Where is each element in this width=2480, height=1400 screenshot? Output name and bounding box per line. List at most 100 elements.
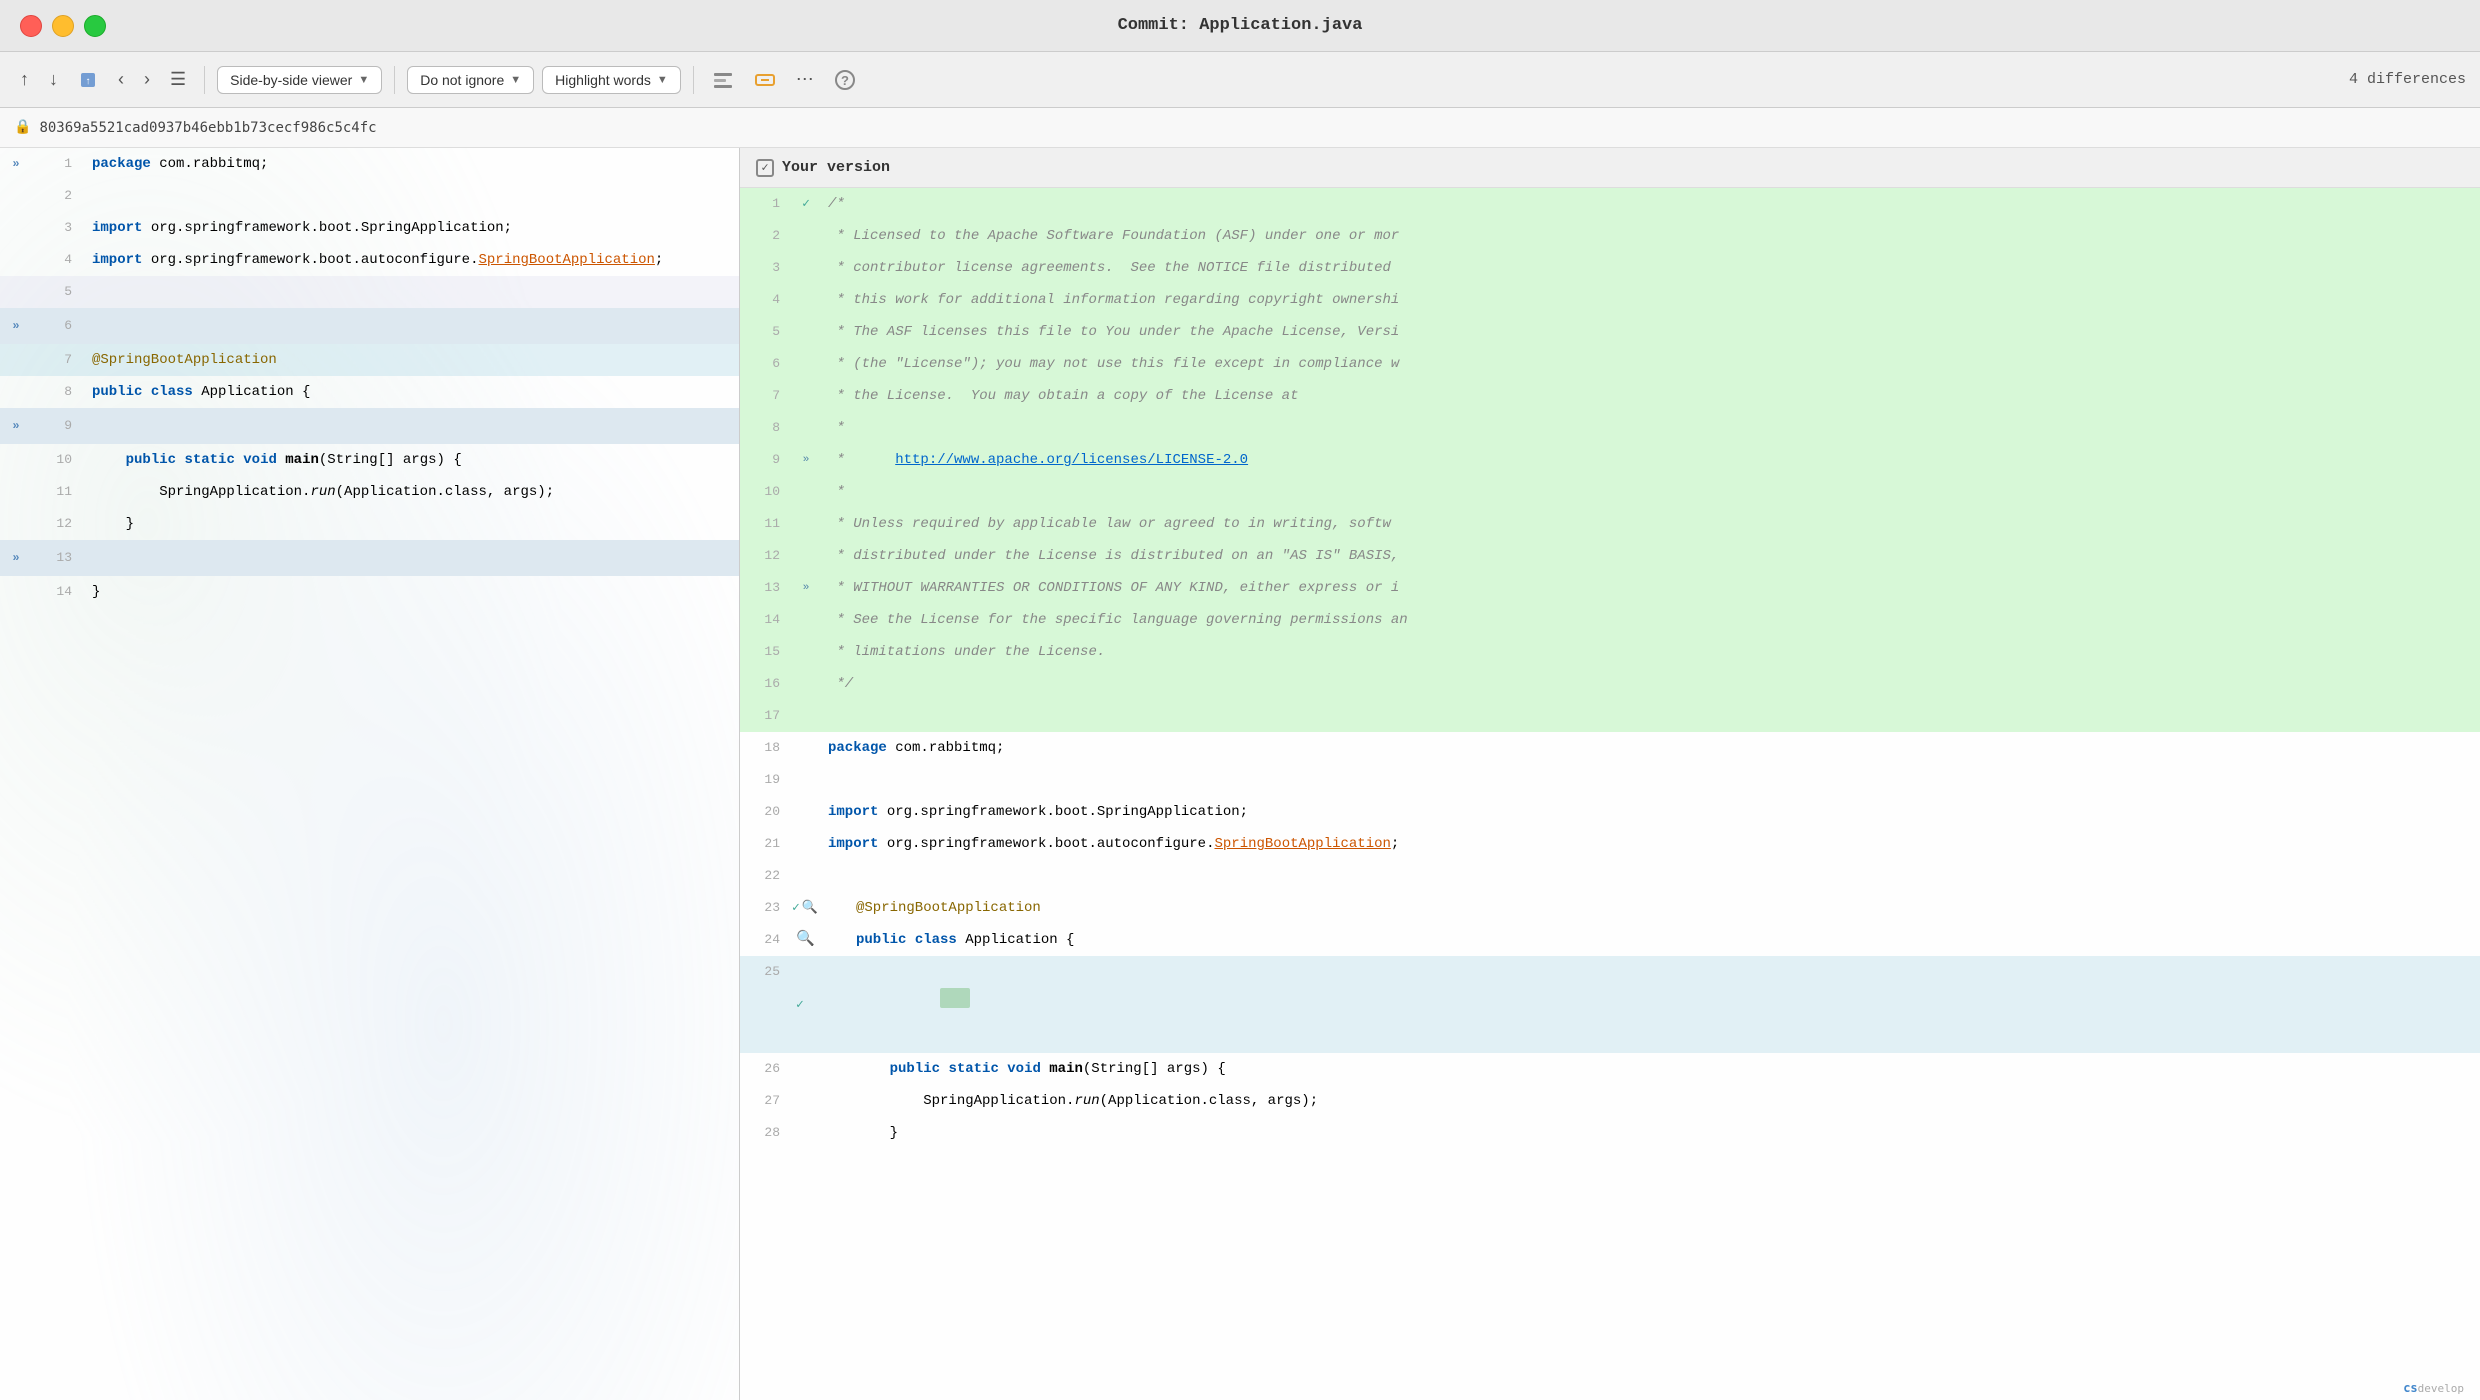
right-line-1: 1 ✓ /* <box>740 188 2480 220</box>
zoom-button[interactable] <box>84 15 106 37</box>
ignore-label: Do not ignore <box>420 72 504 88</box>
right-check-21 <box>792 828 820 860</box>
right-line-2: 2 * Licensed to the Apache Software Foun… <box>740 220 2480 252</box>
right-linecontent-17 <box>820 700 2480 732</box>
import-kw-2: import <box>92 252 142 268</box>
right-linenum-3: 3 <box>740 252 792 284</box>
left-linenum-7: 7 <box>32 344 84 376</box>
kw-public-1: public <box>92 384 142 400</box>
right-linenum-25: 25 <box>740 956 792 1053</box>
left-line-4: 4 import org.springframework.boot.autoco… <box>0 244 739 276</box>
toolbar: ↑ ↓ ↑ ‹ › ☰ Side-by-side viewer ▼ Do not… <box>0 52 2480 108</box>
right-line-11: 11 * Unless required by applicable law o… <box>740 508 2480 540</box>
left-linecontent-2 <box>84 180 739 212</box>
left-linecontent-12: } <box>84 508 739 540</box>
kw-class-1: class <box>151 384 193 400</box>
right-linenum-23: 23 <box>740 892 792 924</box>
right-line-28: 28 } <box>740 1117 2480 1149</box>
kw-class-r: class <box>915 932 957 948</box>
right-linenum-2: 2 <box>740 220 792 252</box>
right-linecontent-7: * the License. You may obtain a copy of … <box>820 380 2480 412</box>
right-check-5 <box>792 316 820 348</box>
left-code-area: » 1 package com.rabbitmq; 2 3 import org… <box>0 148 739 608</box>
left-linenum-10: 10 <box>32 444 84 476</box>
separator-2 <box>394 66 395 94</box>
left-indicator-11 <box>0 476 32 508</box>
back-button[interactable]: ‹ <box>112 65 130 94</box>
right-line-18: 18 package com.rabbitmq; <box>740 732 2480 764</box>
left-linenum-expand: 6 <box>32 310 84 342</box>
commit-bar: 🔒 80369a5521cad0937b46ebb1b73cecf986c5c4… <box>0 108 2480 148</box>
right-check-11 <box>792 508 820 540</box>
left-linenum-5: 5 <box>32 276 84 308</box>
more-button[interactable]: ⋯ <box>790 65 820 94</box>
run-method-r: run <box>1074 1093 1099 1109</box>
right-line-3: 3 * contributor license agreements. See … <box>740 252 2480 284</box>
kw-public-r: public <box>856 932 906 948</box>
right-linenum-14: 14 <box>740 604 792 636</box>
left-expand-row-6: » 6 <box>0 308 739 344</box>
right-linecontent-9: * http://www.apache.org/licenses/LICENSE… <box>820 444 2480 476</box>
right-linecontent-4: * this work for additional information r… <box>820 284 2480 316</box>
left-indicator-3 <box>0 212 32 244</box>
right-indicators-26 <box>792 1053 848 1085</box>
right-linecontent-21: import org.springframework.boot.autoconf… <box>820 828 2480 860</box>
left-linecontent-8: public class Application { <box>84 376 739 408</box>
left-align-button[interactable] <box>706 65 740 95</box>
minimize-button[interactable] <box>52 15 74 37</box>
close-button[interactable] <box>20 15 42 37</box>
right-linecontent-19 <box>820 764 2480 796</box>
right-line-12: 12 * distributed under the License is di… <box>740 540 2480 572</box>
right-linenum-19: 19 <box>740 764 792 796</box>
run-method: run <box>310 484 335 500</box>
git-icon-button[interactable]: ↑ <box>72 66 104 94</box>
viewer-dropdown[interactable]: Side-by-side viewer ▼ <box>217 66 382 94</box>
expand-icon-1: » <box>12 148 19 180</box>
expand-icon-right-9: » <box>803 444 810 476</box>
right-indicators-24: 🔍 <box>792 924 848 956</box>
right-linecontent-13: * WITHOUT WARRANTIES OR CONDITIONS OF AN… <box>820 572 2480 604</box>
highlight-dropdown[interactable]: Highlight words ▼ <box>542 66 681 94</box>
forward-button[interactable]: › <box>138 65 156 94</box>
nav-up-button[interactable]: ↑ <box>14 65 35 94</box>
import-kw-1: import <box>92 220 142 236</box>
right-linecontent-6: * (the "License"); you may not use this … <box>820 348 2480 380</box>
left-line-7: 7 @SpringBootApplication <box>0 344 739 376</box>
right-linecontent-14: * See the License for the specific langu… <box>820 604 2480 636</box>
right-linecontent-23: @SpringBootApplication <box>848 892 2480 924</box>
right-linecontent-8: * <box>820 412 2480 444</box>
right-align-button[interactable] <box>748 65 782 95</box>
ignore-dropdown[interactable]: Do not ignore ▼ <box>407 66 534 94</box>
right-linecontent-25 <box>848 956 2480 1053</box>
right-line-5: 5 * The ASF licenses this file to You un… <box>740 316 2480 348</box>
right-linenum-5: 5 <box>740 316 792 348</box>
left-linecontent-13 <box>84 542 739 574</box>
right-linenum-21: 21 <box>740 828 792 860</box>
right-line-19: 19 <box>740 764 2480 796</box>
left-linenum-14: 14 <box>32 576 84 608</box>
nav-down-button[interactable]: ↓ <box>43 65 64 94</box>
right-indicators-27 <box>792 1085 848 1117</box>
right-check-14 <box>792 604 820 636</box>
traffic-lights <box>20 15 106 37</box>
right-linecontent-22 <box>820 860 2480 892</box>
right-linenum-10: 10 <box>740 476 792 508</box>
help-icon: ? <box>834 69 856 91</box>
list-button[interactable]: ☰ <box>164 65 192 94</box>
right-linecontent-11: * Unless required by applicable law or a… <box>820 508 2480 540</box>
right-check-13: » <box>792 572 820 604</box>
right-check-6 <box>792 348 820 380</box>
kw-package-r: package <box>828 740 887 756</box>
right-linecontent-3: * contributor license agreements. See th… <box>820 252 2480 284</box>
version-checkbox[interactable]: ✓ <box>756 159 774 177</box>
left-indicator-1: » <box>0 148 32 180</box>
left-line-8: 8 public class Application { <box>0 376 739 408</box>
ignore-dropdown-arrow: ▼ <box>510 74 521 86</box>
left-line-10: 10 public static void main(String[] args… <box>0 444 739 476</box>
right-check-12 <box>792 540 820 572</box>
left-indicator-2 <box>0 180 32 212</box>
left-line-5: 5 <box>0 276 739 308</box>
kw-public-2: public <box>126 452 176 468</box>
help-button[interactable]: ? <box>828 65 862 95</box>
highlight-label: Highlight words <box>555 72 651 88</box>
